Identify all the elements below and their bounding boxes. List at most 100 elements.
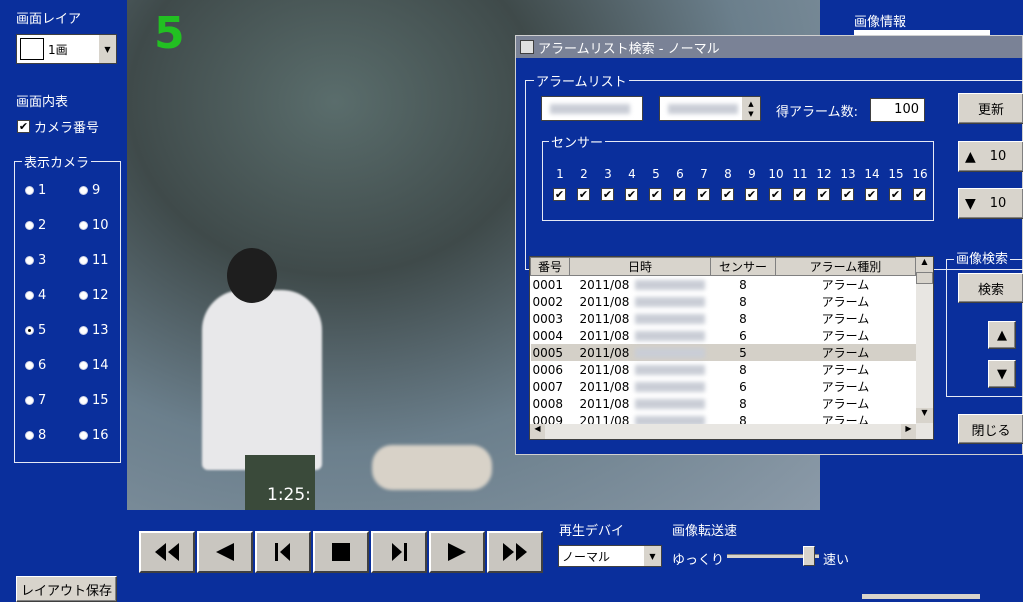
camera-radio-9[interactable]: 9: [79, 183, 100, 198]
camera-number-checkbox[interactable]: ✔ カメラ番号: [17, 117, 99, 136]
page-up-button[interactable]: ▲ 10: [958, 141, 1023, 172]
radio-icon[interactable]: [79, 396, 88, 405]
sensor-checkbox-4[interactable]: ✔: [625, 188, 638, 201]
radio-icon[interactable]: [25, 186, 34, 195]
stop-button[interactable]: [313, 531, 369, 573]
table-row[interactable]: 0004 2011/08 6 アラーム: [531, 327, 916, 344]
transfer-speed-slider[interactable]: [727, 546, 819, 566]
start-date-field[interactable]: [541, 96, 643, 121]
radio-icon[interactable]: [25, 361, 34, 370]
alarm-list-table[interactable]: 番号 日時 センサー アラーム種別 0001 2011/08 8 アラーム 0002 20…: [529, 256, 934, 440]
page-down-button[interactable]: ▼ 10: [958, 188, 1023, 219]
end-date-field[interactable]: ▲ ▼: [659, 96, 761, 121]
fast-rewind-button[interactable]: [139, 531, 195, 573]
sensor-checkbox-16[interactable]: ✔: [913, 188, 926, 201]
radio-icon[interactable]: [79, 291, 88, 300]
radio-icon[interactable]: [25, 221, 34, 230]
slider-thumb[interactable]: [803, 546, 815, 566]
date-spinner[interactable]: ▲ ▼: [742, 97, 760, 120]
playback-device-select[interactable]: ノーマル ▼: [558, 545, 662, 567]
sensor-checkbox-11[interactable]: ✔: [793, 188, 806, 201]
radio-icon[interactable]: [79, 326, 88, 335]
column-header-datetime[interactable]: 日時: [569, 257, 711, 276]
column-header-alarm-type[interactable]: アラーム種別: [775, 257, 916, 276]
camera-radio-16[interactable]: 16: [79, 428, 109, 443]
update-button[interactable]: 更新: [958, 93, 1023, 124]
table-row[interactable]: 0006 2011/08 8 アラーム: [531, 361, 916, 378]
cell-no: 0008: [532, 396, 564, 411]
camera-radio-13[interactable]: 13: [79, 323, 109, 338]
sensor-checkbox-1[interactable]: ✔: [553, 188, 566, 201]
table-row[interactable]: 0007 2011/08 6 アラーム: [531, 378, 916, 395]
search-button[interactable]: 検索: [958, 273, 1023, 303]
camera-radio-4[interactable]: 4: [25, 288, 46, 303]
sensor-checkbox-6[interactable]: ✔: [673, 188, 686, 201]
sensor-checkbox-3[interactable]: ✔: [601, 188, 614, 201]
camera-radio-15[interactable]: 15: [79, 393, 109, 408]
table-row[interactable]: 0001 2011/08 8 アラーム: [531, 276, 916, 294]
table-row[interactable]: 0005 2011/08 5 アラーム: [530, 344, 916, 361]
scroll-right-icon[interactable]: ▶: [901, 424, 916, 439]
table-row[interactable]: 0003 2011/08 8 アラーム: [531, 310, 916, 327]
chevron-down-icon[interactable]: ▼: [644, 546, 661, 566]
horizontal-scrollbar[interactable]: ◀ ▶: [530, 424, 916, 439]
radio-icon[interactable]: [79, 256, 88, 265]
layout-select[interactable]: 1画 ▼: [16, 34, 117, 64]
cell-sensor: 6: [739, 379, 747, 394]
step-forward-button[interactable]: [371, 531, 427, 573]
radio-icon[interactable]: [79, 361, 88, 370]
scroll-thumb[interactable]: [916, 272, 933, 284]
sensor-label-15: 15: [888, 167, 904, 181]
sensor-checkbox-14[interactable]: ✔: [865, 188, 878, 201]
sensor-checkbox-2[interactable]: ✔: [577, 188, 590, 201]
radio-icon[interactable]: [79, 186, 88, 195]
sensor-checkbox-13[interactable]: ✔: [841, 188, 854, 201]
step-back-button[interactable]: [255, 531, 311, 573]
save-layout-button[interactable]: レイアウト保存: [16, 576, 117, 602]
sensor-checkbox-8[interactable]: ✔: [721, 188, 734, 201]
camera-radio-6[interactable]: 6: [25, 358, 46, 373]
image-up-button[interactable]: ▲: [988, 321, 1016, 349]
radio-icon[interactable]: [79, 221, 88, 230]
close-button[interactable]: 閉じる: [958, 414, 1023, 444]
vertical-scrollbar[interactable]: ▲ ▼: [916, 257, 933, 439]
scroll-left-icon[interactable]: ◀: [530, 424, 545, 439]
sensor-checkbox-15[interactable]: ✔: [889, 188, 902, 201]
camera-radio-11[interactable]: 11: [79, 253, 109, 268]
radio-icon[interactable]: [25, 431, 34, 440]
fast-forward-button[interactable]: [487, 531, 543, 573]
camera-radio-5[interactable]: 5: [25, 323, 46, 338]
cell-date: 2011/08: [579, 396, 630, 411]
scroll-down-icon[interactable]: ▼: [916, 408, 933, 423]
dialog-titlebar[interactable]: アラームリスト検索 - ノーマル: [516, 36, 1022, 58]
radio-icon[interactable]: [79, 431, 88, 440]
radio-icon[interactable]: [25, 396, 34, 405]
scroll-up-icon[interactable]: ▲: [916, 257, 933, 272]
alarm-count-field[interactable]: 100: [870, 98, 925, 122]
column-header-number[interactable]: 番号: [530, 257, 570, 276]
camera-radio-8[interactable]: 8: [25, 428, 46, 443]
image-down-button[interactable]: ▼: [988, 360, 1016, 388]
table-row[interactable]: 0008 2011/08 8 アラーム: [531, 395, 916, 412]
camera-radio-10[interactable]: 10: [79, 218, 109, 233]
camera-radio-1[interactable]: 1: [25, 183, 46, 198]
table-row[interactable]: 0002 2011/08 8 アラーム: [531, 293, 916, 310]
column-header-sensor[interactable]: センサー: [710, 257, 776, 276]
camera-radio-12[interactable]: 12: [79, 288, 109, 303]
radio-icon[interactable]: [25, 291, 34, 300]
chevron-down-icon[interactable]: ▼: [99, 35, 116, 63]
rewind-button[interactable]: [197, 531, 253, 573]
sensor-checkbox-5[interactable]: ✔: [649, 188, 662, 201]
checkbox-icon[interactable]: ✔: [17, 120, 30, 133]
play-button[interactable]: [429, 531, 485, 573]
camera-radio-14[interactable]: 14: [79, 358, 109, 373]
sensor-checkbox-10[interactable]: ✔: [769, 188, 782, 201]
sensor-checkbox-12[interactable]: ✔: [817, 188, 830, 201]
sensor-checkbox-7[interactable]: ✔: [697, 188, 710, 201]
camera-radio-2[interactable]: 2: [25, 218, 46, 233]
camera-radio-3[interactable]: 3: [25, 253, 46, 268]
sensor-checkbox-9[interactable]: ✔: [745, 188, 758, 201]
radio-icon[interactable]: [25, 326, 34, 335]
radio-icon[interactable]: [25, 256, 34, 265]
camera-radio-7[interactable]: 7: [25, 393, 46, 408]
